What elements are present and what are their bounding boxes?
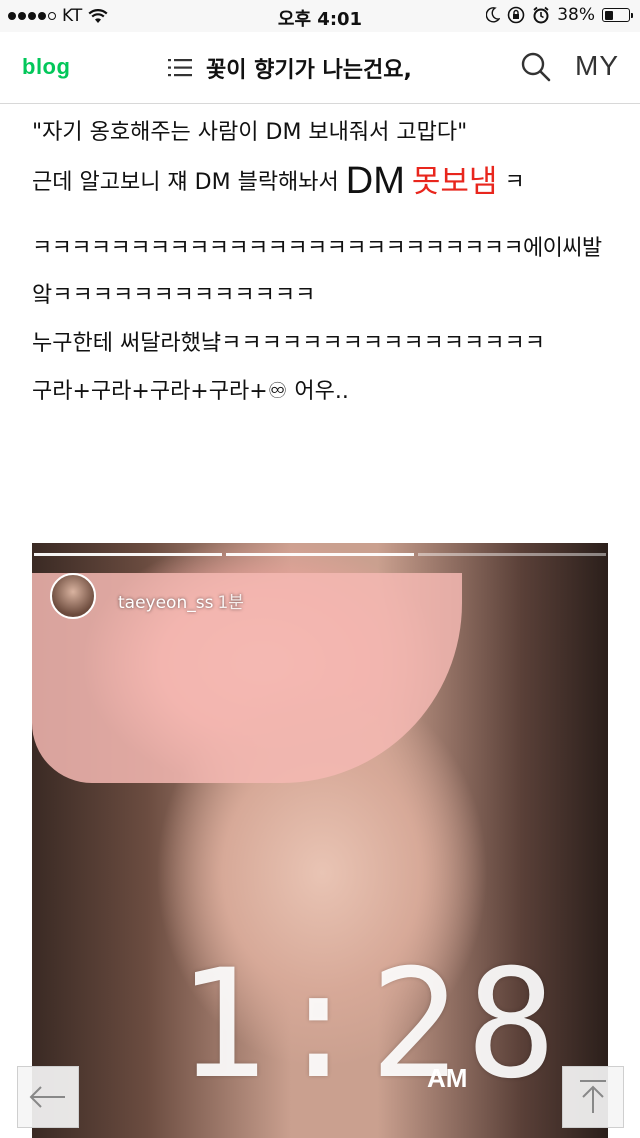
post-line-2: 근데 알고보니 쟤 DM 블락해놔서 DM 못보냄 ㅋ <box>32 162 525 200</box>
avatar <box>50 573 96 619</box>
blog-title-button[interactable]: 꽃이 향기가 나는건요, <box>168 52 412 84</box>
search-icon[interactable] <box>520 51 552 83</box>
story-time-ago: 1분 <box>217 593 244 613</box>
blog-logo[interactable]: blog <box>22 54 70 80</box>
rotation-lock-icon <box>507 6 525 24</box>
post-line-2-dm: DM <box>345 160 405 202</box>
story-clock: 1:28 <box>177 938 563 1112</box>
battery-icon <box>602 8 633 22</box>
arrow-left-icon <box>29 1086 65 1108</box>
post-line-2-prefix: 근데 알고보니 쟤 DM 블락해놔서 <box>32 170 346 195</box>
blog-title: 꽃이 향기가 나는건요, <box>206 58 412 83</box>
arrow-up-icon <box>580 1080 606 1113</box>
post-line-2-highlight: 못보냄 <box>411 164 498 200</box>
battery-percent: 38% <box>557 5 595 25</box>
story-progress-segment <box>226 553 414 556</box>
story-username-text: taeyeon_ss <box>118 593 214 613</box>
story-ampm: AM <box>427 1063 468 1093</box>
story-progress-segment <box>34 553 222 556</box>
status-bar: KT 오후 4:01 38% <box>0 0 640 32</box>
story-username: taeyeon_ss 1분 <box>118 588 244 613</box>
blog-header: blog 꽃이 향기가 나는건요, MY <box>0 32 640 104</box>
story-progress-segment <box>418 553 606 556</box>
post-line-5: 누구한테 써달라했냨ㅋㅋㅋㅋㅋㅋㅋㅋㅋㅋㅋㅋㅋㅋㅋㅋ <box>32 331 545 356</box>
list-menu-icon <box>168 59 192 77</box>
post-line-1: "자기 옹호해주는 사람이 DM 보내줘서 고맙다" <box>32 120 468 145</box>
battery-level <box>604 10 614 20</box>
back-button[interactable] <box>17 1066 79 1128</box>
scroll-top-button[interactable] <box>562 1066 624 1128</box>
moon-icon <box>486 7 501 23</box>
post-line-3: ㅋㅋㅋㅋㅋㅋㅋㅋㅋㅋㅋㅋㅋㅋㅋㅋㅋㅋㅋㅋㅋㅋㅋㅋㅋ에이씨발 <box>32 236 602 261</box>
post-line-4: 앜ㅋㅋㅋㅋㅋㅋㅋㅋㅋㅋㅋㅋㅋ <box>32 283 316 308</box>
my-button[interactable]: MY <box>575 50 619 82</box>
headband-shape <box>32 573 462 783</box>
post-line-6: 구라+구라+구라+구라+♾ 어우.. <box>32 379 349 404</box>
post-image[interactable]: taeyeon_ss 1분 1:28 AM <box>32 543 608 1138</box>
status-right: 38% <box>486 5 633 25</box>
alarm-icon <box>533 6 549 24</box>
story-progress <box>32 553 608 557</box>
post-line-2-suffix: ㅋ <box>504 170 525 195</box>
